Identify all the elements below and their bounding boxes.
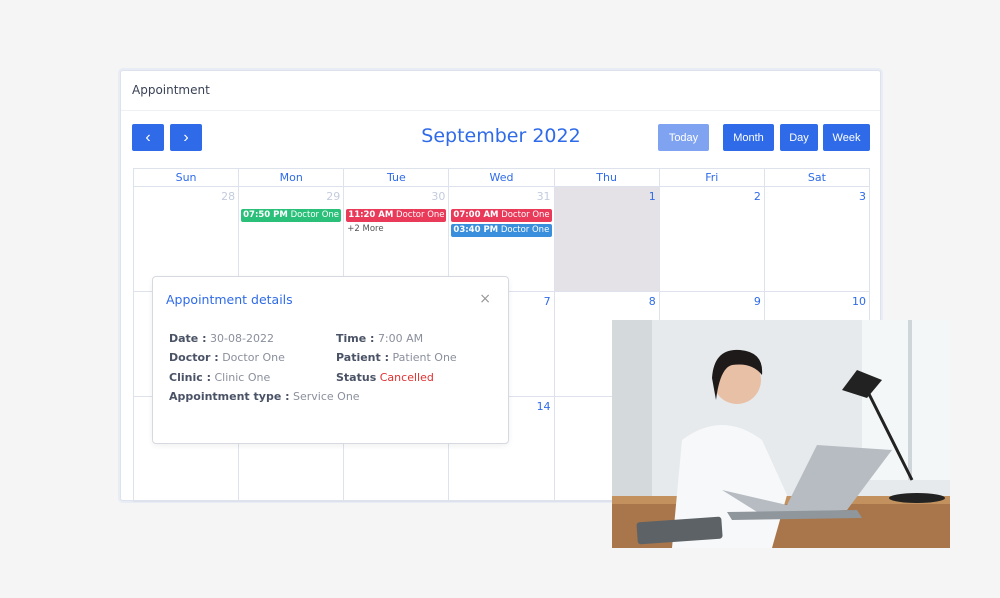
close-icon[interactable]: ×: [479, 291, 491, 307]
next-month-button[interactable]: ›: [170, 124, 202, 151]
appointment-details-popup: Appointment details × Date : 30-08-2022 …: [152, 276, 509, 444]
popup-title: Appointment details: [166, 292, 293, 307]
status-badge: Cancelled: [379, 371, 434, 384]
event-doctor: Doctor One: [396, 210, 445, 220]
day-number: 9: [753, 295, 761, 308]
day-number: 3: [858, 190, 866, 203]
day-cell[interactable]: 3: [764, 187, 870, 292]
day-number: 1: [648, 190, 656, 203]
event-time: 07:00 AM: [453, 210, 499, 220]
events-list: 07:50 PM Doctor One: [239, 209, 343, 224]
week-view-button[interactable]: Week: [823, 124, 870, 151]
doctor-photo: [612, 320, 950, 548]
day-number: 2: [753, 190, 761, 203]
time-field: Time : 7:00 AM: [336, 332, 424, 345]
weekday-wed: Wed: [449, 169, 555, 187]
weekday-thu: Thu: [554, 169, 660, 187]
date-field: Date : 30-08-2022: [169, 332, 274, 345]
day-number: 31: [536, 190, 551, 203]
event-doctor: Doctor One: [500, 225, 550, 235]
day-number: 10: [851, 295, 866, 308]
event-chip[interactable]: 03:40 PM Doctor One: [451, 224, 552, 237]
more-events-link[interactable]: +2 More: [344, 224, 448, 234]
day-cell[interactable]: 2: [659, 187, 765, 292]
card-title: Appointment: [121, 71, 880, 111]
clinic-field: Clinic : Clinic One: [169, 371, 271, 384]
doctor-field: Doctor : Doctor One: [169, 351, 285, 364]
event-time: 03:40 PM: [453, 225, 499, 235]
events-list: 11:20 AM Doctor One +2 More: [344, 209, 448, 234]
appointment-type-field: Appointment type : Service One: [169, 390, 360, 403]
weekday-sat: Sat: [764, 169, 870, 187]
event-chip[interactable]: 07:50 PM Doctor One: [241, 209, 342, 222]
chevron-left-icon: ‹: [145, 128, 151, 146]
event-doctor: Doctor One: [290, 210, 340, 220]
day-number: 7: [543, 295, 551, 308]
prev-month-button[interactable]: ‹: [132, 124, 164, 151]
weekday-mon: Mon: [239, 169, 345, 187]
weekday-sun: Sun: [134, 169, 240, 187]
day-number: 8: [648, 295, 656, 308]
event-doctor: Doctor One: [501, 210, 550, 220]
weekday-fri: Fri: [659, 169, 765, 187]
month-title: September 2022: [421, 125, 581, 147]
event-time: 07:50 PM: [243, 210, 288, 220]
day-cell[interactable]: 1: [554, 187, 660, 292]
day-view-button[interactable]: Day: [780, 124, 818, 151]
event-chip[interactable]: 11:20 AM Doctor One: [346, 209, 447, 222]
events-list: 07:00 AM Doctor One 03:40 PM Doctor One: [449, 209, 553, 239]
month-view-button[interactable]: Month: [723, 124, 774, 151]
event-chip[interactable]: 07:00 AM Doctor One: [451, 209, 552, 222]
day-number: 29: [326, 190, 341, 203]
today-button[interactable]: Today: [658, 124, 709, 151]
weekday-tue: Tue: [344, 169, 450, 187]
weekday-header: Sun Mon Tue Wed Thu Fri Sat: [134, 169, 870, 187]
day-number: 28: [221, 190, 236, 203]
event-time: 11:20 AM: [348, 210, 394, 220]
day-number: 30: [431, 190, 446, 203]
status-field: Status Cancelled: [336, 371, 434, 384]
day-number: 14: [536, 400, 551, 413]
chevron-right-icon: ›: [183, 128, 189, 146]
patient-field: Patient : Patient One: [336, 351, 457, 364]
